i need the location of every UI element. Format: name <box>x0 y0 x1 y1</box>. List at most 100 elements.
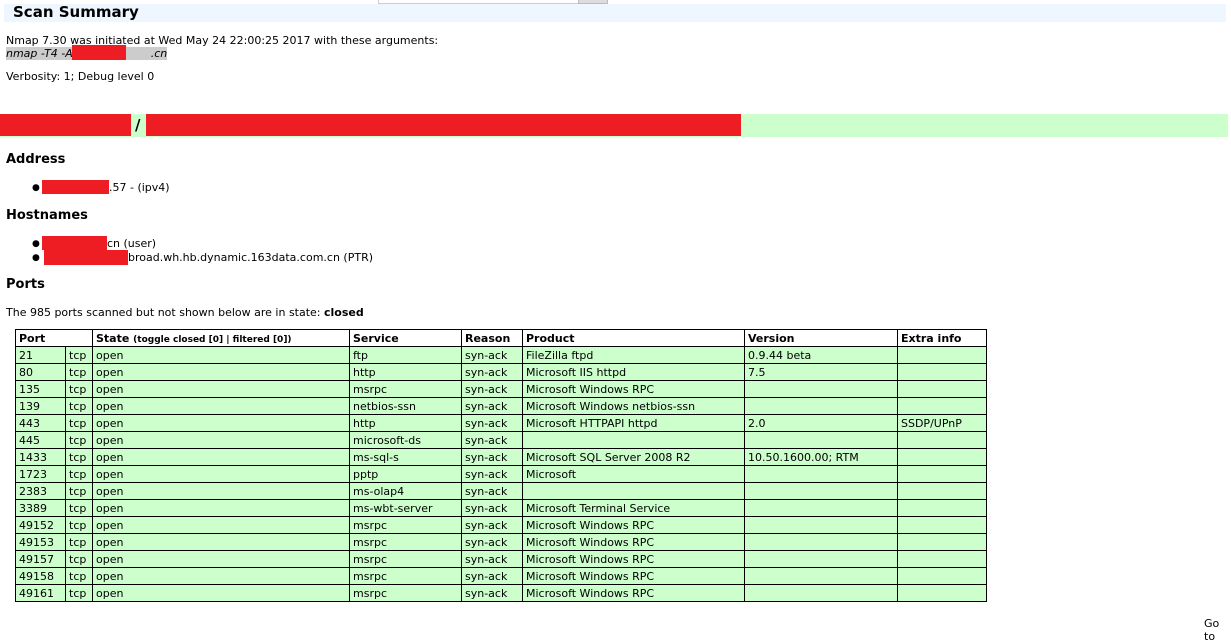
cell-extra <box>897 584 987 602</box>
cell-version <box>744 380 898 398</box>
cell-product: Microsoft <box>522 465 745 483</box>
col-service: Service <box>349 329 462 347</box>
cell-reason: syn-ack <box>461 584 523 602</box>
cell-port: 21 <box>15 346 66 364</box>
cell-product: Microsoft Windows RPC <box>522 584 745 602</box>
cell-service: microsoft-ds <box>349 431 462 449</box>
cell-product: Microsoft Terminal Service <box>522 499 745 517</box>
cell-state: open <box>92 448 350 466</box>
cell-version <box>744 550 898 568</box>
cell-protocol: tcp <box>65 482 93 500</box>
cell-state: open <box>92 380 350 398</box>
table-row: 80 tcp open http syn-ack Microsoft IIS httpd 7… <box>15 363 987 381</box>
col-reason: Reason <box>461 329 523 347</box>
cell-version: 2.0 <box>744 414 898 432</box>
cell-extra <box>897 465 987 483</box>
table-row: 445 tcp open microsoft-ds syn-ack <box>15 431 987 449</box>
cell-product: Microsoft IIS httpd <box>522 363 745 381</box>
cell-service: msrpc <box>349 516 462 534</box>
cell-protocol: tcp <box>65 414 93 432</box>
cell-extra <box>897 380 987 398</box>
cell-reason: syn-ack <box>461 414 523 432</box>
redaction <box>42 180 109 194</box>
cell-protocol: tcp <box>65 567 93 585</box>
cell-port: 3389 <box>15 499 66 517</box>
cell-protocol: tcp <box>65 380 93 398</box>
cell-version <box>744 397 898 415</box>
cell-service: ftp <box>349 346 462 364</box>
cell-protocol: tcp <box>65 431 93 449</box>
cell-product <box>522 431 745 449</box>
cell-extra <box>897 431 987 449</box>
cell-reason: syn-ack <box>461 499 523 517</box>
cell-extra <box>897 550 987 568</box>
cell-service: pptp <box>349 465 462 483</box>
goto-link[interactable]: Go to <box>1204 617 1231 643</box>
cell-service: msrpc <box>349 533 462 551</box>
cell-protocol: tcp <box>65 584 93 602</box>
table-row: 1433 tcp open ms-sql-s syn-ack Microsoft SQL … <box>15 448 987 466</box>
cell-version <box>744 533 898 551</box>
table-row: 135 tcp open msrpc syn-ack Microsoft Windows … <box>15 380 987 398</box>
redaction <box>146 114 741 136</box>
state-toggle-link[interactable]: (toggle closed [0] | filtered [0]) <box>133 335 291 345</box>
cell-version <box>744 499 898 517</box>
cell-port: 135 <box>15 380 66 398</box>
cell-extra: SSDP/UPnP <box>897 414 987 432</box>
cell-reason: syn-ack <box>461 431 523 449</box>
cell-state: open <box>92 482 350 500</box>
cell-extra <box>897 499 987 517</box>
cell-port: 445 <box>15 431 66 449</box>
cell-version <box>744 567 898 585</box>
cell-product: Microsoft Windows netbios-ssn <box>522 397 745 415</box>
cell-state: open <box>92 516 350 534</box>
host-separator: / <box>135 116 141 134</box>
cell-state: open <box>92 363 350 381</box>
cell-reason: syn-ack <box>461 397 523 415</box>
table-row: 49152 tcp open msrpc syn-ack Microsoft Window… <box>15 516 987 534</box>
cell-version <box>744 431 898 449</box>
cell-port: 49158 <box>15 567 66 585</box>
cell-extra <box>897 482 987 500</box>
table-row: 49153 tcp open msrpc syn-ack Microsoft Window… <box>15 533 987 551</box>
redaction <box>44 250 128 265</box>
cell-state: open <box>92 567 350 585</box>
cell-service: netbios-ssn <box>349 397 462 415</box>
args-suffix: .cn <box>150 47 168 60</box>
cell-extra <box>897 448 987 466</box>
cell-state: open <box>92 533 350 551</box>
cell-version: 10.50.1600.00; RTM <box>744 448 898 466</box>
ports-heading: Ports <box>6 277 45 292</box>
cell-product: Microsoft Windows RPC <box>522 516 745 534</box>
section-header: Scan Summary <box>4 3 1226 22</box>
table-row: 2383 tcp open ms-olap4 syn-ack <box>15 482 987 500</box>
cell-port: 2383 <box>15 482 66 500</box>
address-item: .57 - (ipv4) <box>109 181 170 194</box>
cell-version <box>744 482 898 500</box>
cell-reason: syn-ack <box>461 550 523 568</box>
cell-protocol: tcp <box>65 550 93 568</box>
cell-reason: syn-ack <box>461 533 523 551</box>
ports-note-state: closed <box>324 306 364 319</box>
cell-service: msrpc <box>349 380 462 398</box>
ports-note-text: The 985 ports scanned but not shown belo… <box>6 306 325 319</box>
cell-reason: syn-ack <box>461 363 523 381</box>
cell-protocol: tcp <box>65 397 93 415</box>
table-row: 49158 tcp open msrpc syn-ack Microsoft Window… <box>15 567 987 585</box>
cell-extra <box>897 567 987 585</box>
cell-version <box>744 516 898 534</box>
bullet-icon: ● <box>32 253 40 263</box>
cell-protocol: tcp <box>65 516 93 534</box>
page-title: Scan Summary <box>13 3 139 21</box>
cell-product: Microsoft Windows RPC <box>522 567 745 585</box>
cell-reason: syn-ack <box>461 482 523 500</box>
cell-version: 7.5 <box>744 363 898 381</box>
cell-port: 1433 <box>15 448 66 466</box>
cell-service: ms-wbt-server <box>349 499 462 517</box>
table-row: 21 tcp open ftp syn-ack FileZilla ftpd 0.9.44 … <box>15 346 987 364</box>
cell-port: 49157 <box>15 550 66 568</box>
cell-protocol: tcp <box>65 363 93 381</box>
cell-port: 80 <box>15 363 66 381</box>
cell-service: http <box>349 363 462 381</box>
cell-product <box>522 482 745 500</box>
